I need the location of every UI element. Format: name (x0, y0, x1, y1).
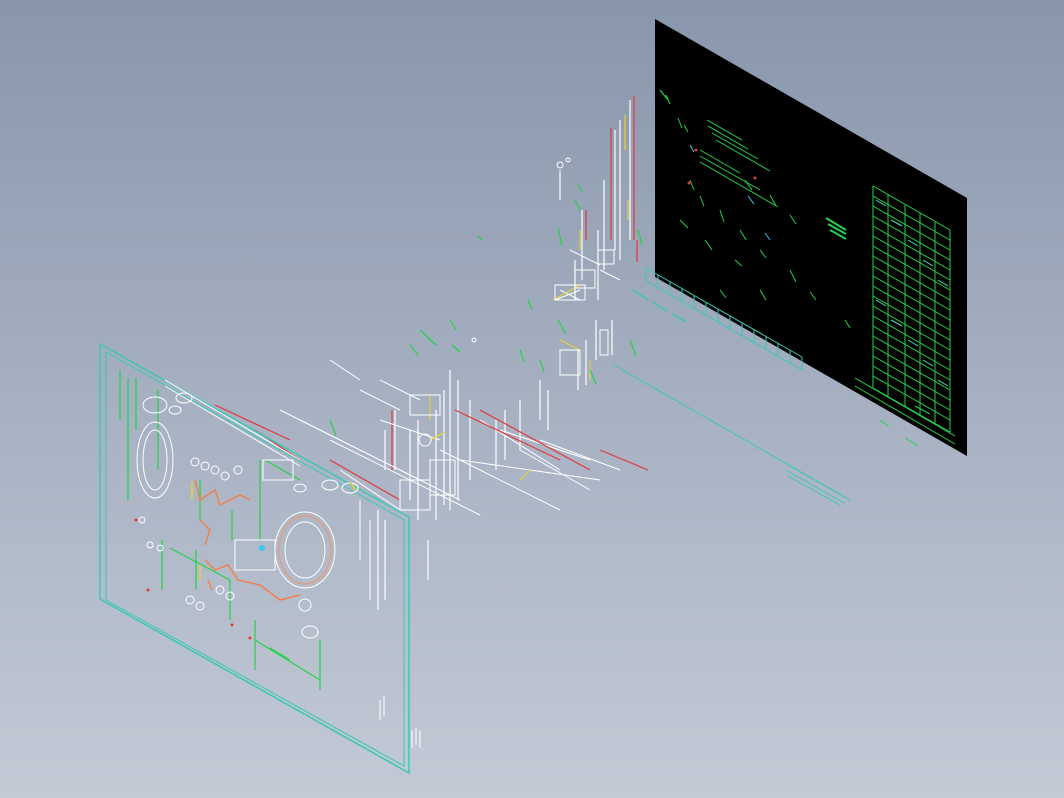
front-sheet-part-outlines (136, 379, 401, 639)
cad-3d-viewport[interactable] (0, 0, 1064, 798)
front-sheet-green-layout (119, 370, 321, 690)
cad-scene-canvas[interactable] (0, 0, 1064, 798)
front-sheet-outer-frame (99, 342, 410, 775)
front-drawing-sheet[interactable] (99, 342, 421, 775)
rear-drawing-sheet[interactable] (655, 19, 967, 456)
front-sheet-red-dots (134, 518, 252, 640)
front-sheet-cyan-accents (259, 545, 265, 551)
front-sheet-inner-frame (105, 351, 405, 767)
front-sheet-corner-ticks (379, 696, 421, 748)
